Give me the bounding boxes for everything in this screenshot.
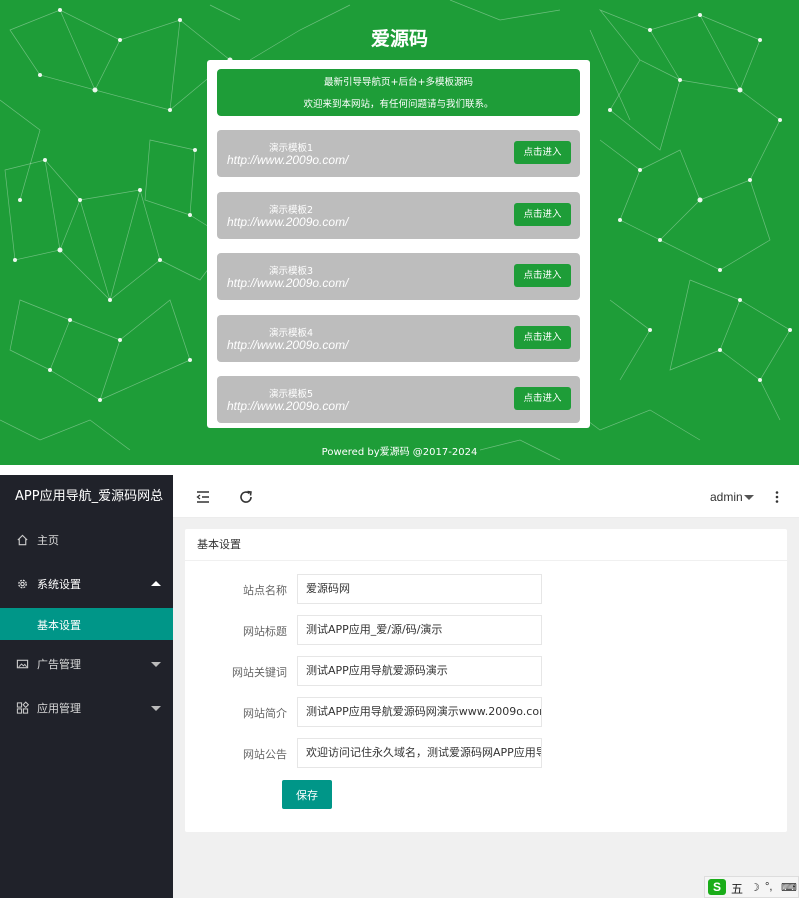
sidebar-item-ad-management[interactable]: 广告管理 [0, 642, 173, 686]
template-url: http://www.2009o.com/ [227, 276, 349, 290]
sidebar-item-app-management[interactable]: 应用管理 [0, 686, 173, 730]
enter-button[interactable]: 点击进入 [514, 203, 571, 226]
form-row-keywords: 网站关键词 测试APP应用导航爱源码演示 [185, 656, 787, 686]
indent-icon[interactable] [195, 489, 211, 505]
save-button[interactable]: 保存 [282, 780, 332, 809]
form-row-description: 网站简介 测试APP应用导航爱源码网演示www.2009o.com [185, 697, 787, 727]
sidebar-subitem-basic-settings[interactable]: 基本设置 [0, 608, 173, 640]
image-icon [16, 659, 29, 669]
template-name: 演示模板4 [269, 328, 314, 339]
site-name-input[interactable]: 爱源码网 [297, 574, 542, 604]
gear-icon [18, 579, 27, 589]
field-label: 网站标题 [243, 625, 287, 638]
chevron-up-icon [151, 581, 161, 586]
sidebar-item-home[interactable]: 主页 [0, 518, 173, 562]
keyboard-icon[interactable]: ⌨ [781, 881, 797, 894]
template-item: 演示模板1 http://www.2009o.com/ 点击进入 [217, 130, 580, 177]
refresh-icon[interactable] [238, 489, 254, 505]
landing-preview: 爱源码 最新引导导航页+后台+多模板源码 欢迎来到本网站，有任何问题请与我们联系… [0, 0, 799, 465]
basic-settings-panel: 基本设置 站点名称 爱源码网 网站标题 测试APP应用_爱/源/码/演示 网站关… [185, 529, 787, 832]
field-label: 网站公告 [243, 748, 287, 761]
template-url: http://www.2009o.com/ [227, 338, 349, 352]
field-label: 网站简介 [243, 707, 287, 720]
announcement-input[interactable]: 欢迎访问记住永久域名，测试爱源码网APP应用导航 [297, 738, 542, 768]
sidebar-item-system-settings[interactable]: 系统设置 [0, 562, 173, 606]
enter-button[interactable]: 点击进入 [514, 264, 571, 287]
notice-message: 欢迎来到本网站，有任何问题请与我们联系。 [303, 99, 494, 110]
chevron-down-icon [151, 706, 161, 711]
sidebar-item-label: 应用管理 [37, 702, 81, 715]
field-label: 网站关键词 [232, 666, 287, 679]
template-url: http://www.2009o.com/ [227, 399, 349, 413]
template-item: 演示模板5 http://www.2009o.com/ 点击进入 [217, 376, 580, 423]
enter-button[interactable]: 点击进入 [514, 141, 571, 164]
site-title: 爱源码 [370, 28, 428, 50]
template-card: 最新引导导航页+后台+多模板源码 欢迎来到本网站，有任何问题请与我们联系。 演示… [207, 60, 590, 428]
description-input[interactable]: 测试APP应用导航爱源码网演示www.2009o.com [297, 697, 542, 727]
template-url: http://www.2009o.com/ [227, 153, 349, 167]
form-row-site-title: 网站标题 测试APP应用_爱/源/码/演示 [185, 615, 787, 645]
template-url: http://www.2009o.com/ [227, 215, 349, 229]
top-header: admin [173, 475, 799, 518]
panel-title: 基本设置 [185, 529, 787, 561]
home-icon [17, 534, 28, 546]
template-name: 演示模板5 [269, 389, 314, 400]
user-menu[interactable]: admin [710, 490, 743, 504]
ime-punctuation-icon[interactable]: °, [765, 881, 772, 893]
enter-button[interactable]: 点击进入 [514, 326, 571, 349]
notice-banner: 最新引导导航页+后台+多模板源码 欢迎来到本网站，有任何问题请与我们联系。 [217, 69, 580, 116]
sidebar-item-label: 主页 [37, 534, 59, 547]
ime-toolbar[interactable]: S 五 ☽ °, ⌨ [704, 876, 799, 898]
template-name: 演示模板3 [269, 266, 314, 277]
sidebar-item-label: 系统设置 [37, 578, 81, 591]
template-item: 演示模板2 http://www.2009o.com/ 点击进入 [217, 192, 580, 239]
template-item: 演示模板3 http://www.2009o.com/ 点击进入 [217, 253, 580, 300]
sidebar-subitem-label: 基本设置 [37, 619, 81, 632]
sidebar-item-label: 广告管理 [37, 658, 81, 671]
template-item: 演示模板4 http://www.2009o.com/ 点击进入 [217, 315, 580, 362]
chevron-down-icon [151, 662, 161, 667]
keywords-input[interactable]: 测试APP应用导航爱源码演示 [297, 656, 542, 686]
field-label: 站点名称 [243, 584, 287, 597]
enter-button[interactable]: 点击进入 [514, 387, 571, 410]
site-title-input[interactable]: 测试APP应用_爱/源/码/演示 [297, 615, 542, 645]
ime-moon-icon[interactable]: ☽ [750, 881, 760, 894]
apps-icon [16, 701, 29, 714]
footer-powered-by: Powered by爱源码 @2017-2024 [321, 447, 478, 458]
chevron-down-icon[interactable] [744, 495, 754, 500]
sidebar: APP应用导航_爱源码网总 主页 系统设置 基本设置 广告管理 应用管理 [0, 475, 173, 898]
template-name: 演示模板1 [269, 143, 314, 154]
ime-mode[interactable]: 五 [731, 880, 743, 897]
brand-title: APP应用导航_爱源码网总 [15, 489, 164, 504]
more-vertical-icon[interactable] [771, 489, 783, 505]
template-name: 演示模板2 [269, 205, 314, 216]
form-row-announcement: 网站公告 欢迎访问记住永久域名，测试爱源码网APP应用导航 [185, 738, 787, 768]
form-row-site-name: 站点名称 爱源码网 [185, 574, 787, 604]
ime-logo-icon: S [708, 879, 726, 895]
notice-headline: 最新引导导航页+后台+多模板源码 [324, 77, 473, 88]
admin-panel: APP应用导航_爱源码网总 主页 系统设置 基本设置 广告管理 应用管理 adm… [0, 475, 799, 898]
